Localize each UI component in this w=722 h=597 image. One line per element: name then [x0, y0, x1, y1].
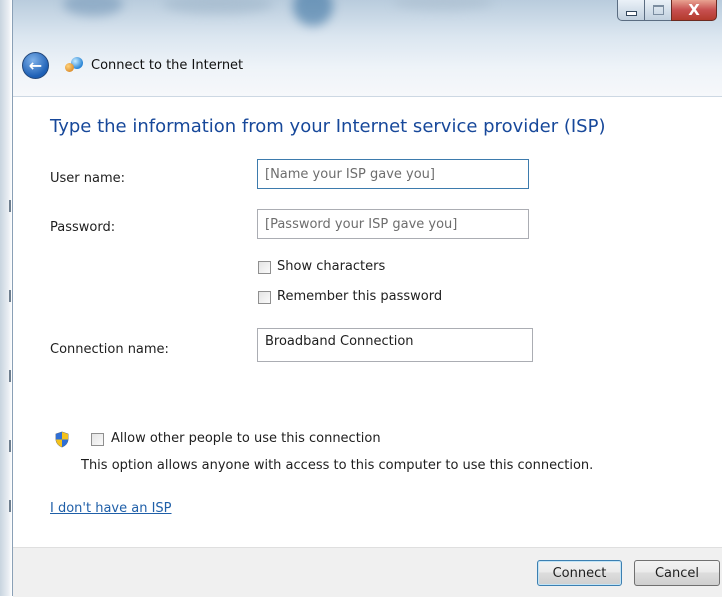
minimize-button[interactable]	[617, 0, 644, 21]
minimize-icon	[625, 10, 637, 16]
no-isp-link[interactable]: I don't have an ISP	[50, 501, 172, 516]
back-button[interactable]: ←	[22, 52, 49, 79]
background-blur	[63, 0, 123, 16]
connect-dialog-window: X ← Connect to the Internet Type the inf…	[12, 0, 722, 597]
window-title: Connect to the Internet	[91, 57, 244, 73]
dialog-content: Type the information from your Internet …	[13, 97, 722, 547]
title-bar[interactable]: X ← Connect to the Internet	[13, 0, 722, 97]
user-name-input[interactable]	[257, 159, 529, 189]
background-window-edge	[0, 0, 12, 596]
network-globe-icon	[65, 56, 83, 74]
uac-shield-icon	[55, 431, 69, 448]
allow-others-label[interactable]: Allow other people to use this connectio…	[111, 431, 381, 446]
edge-mark	[9, 290, 11, 302]
background-blur	[393, 0, 493, 10]
title-area: Connect to the Internet	[65, 56, 243, 74]
show-characters-label[interactable]: Show characters	[277, 259, 385, 274]
edge-mark	[9, 500, 11, 512]
main-instruction: Type the information from your Internet …	[50, 116, 606, 137]
background-blur	[163, 0, 273, 14]
cancel-button[interactable]: Cancel	[634, 560, 720, 586]
connect-button[interactable]: Connect	[537, 560, 622, 586]
edge-mark	[9, 370, 11, 382]
edge-mark	[9, 200, 11, 212]
background-blur	[293, 0, 333, 26]
caption-buttons: X	[617, 0, 717, 21]
user-name-label: User name:	[50, 171, 126, 186]
password-label: Password:	[50, 220, 116, 235]
allow-others-description: This option allows anyone with access to…	[81, 458, 594, 473]
allow-others-checkbox[interactable]	[91, 433, 104, 446]
show-characters-checkbox[interactable]	[258, 261, 271, 274]
close-icon: X	[688, 1, 700, 19]
maximize-icon	[652, 5, 664, 15]
close-button[interactable]: X	[671, 0, 717, 21]
password-input[interactable]	[257, 209, 529, 239]
edge-mark	[9, 440, 11, 452]
connection-name-input[interactable]	[257, 328, 533, 362]
connection-name-label: Connection name:	[50, 342, 169, 357]
dialog-footer: Connect Cancel	[13, 547, 722, 597]
back-arrow-icon: ←	[28, 55, 43, 75]
maximize-button[interactable]	[644, 0, 671, 21]
remember-password-label[interactable]: Remember this password	[277, 289, 442, 304]
remember-password-checkbox[interactable]	[258, 291, 271, 304]
